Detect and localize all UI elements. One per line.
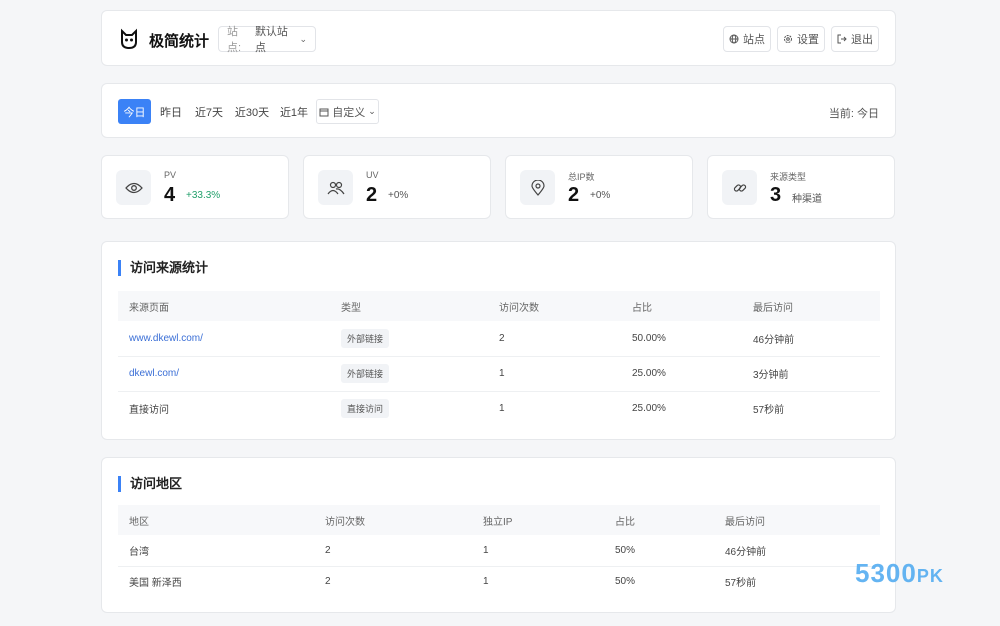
site-select-value: 默认站点 [254, 26, 288, 54]
column-header: 最后访问 [714, 505, 880, 535]
chevron-down-icon: ⌄ [299, 33, 307, 44]
stat-value: 3 [770, 184, 782, 206]
settings-button[interactable]: 设置 [777, 26, 825, 52]
custom-range-label: 自定义 [332, 106, 366, 119]
watermark-suffix: PK [916, 566, 944, 586]
chevron-down-icon: ⌄ [368, 106, 376, 116]
column-header: 占比 [604, 505, 714, 535]
stat-change: +33.3% [186, 190, 221, 201]
type-tag: 外部链接 [341, 328, 390, 348]
unique-ip: 1 [472, 535, 604, 567]
table-row: 直接访问 直接访问 1 25.00% 57秒前 [118, 391, 880, 426]
column-header: 地区 [118, 505, 314, 535]
share: 50.00% [621, 321, 742, 357]
section-title: 访问来源统计 [118, 260, 208, 276]
share: 25.00% [632, 403, 666, 415]
stat-change: +0% [388, 190, 409, 201]
column-header: 访问次数 [314, 505, 472, 535]
top-header: 极简统计 站点: 默认站点 ⌄ 站点 设置 退出 [101, 10, 896, 66]
stat-label: 总IP数 [568, 172, 595, 182]
column-header: 最后访问 [742, 291, 880, 321]
users-icon [318, 170, 353, 205]
type-tag: 直接访问 [341, 399, 390, 419]
site-select[interactable]: 站点: 默认站点 ⌄ [218, 26, 316, 54]
stat-card-pv: PV 4 +33.3% [101, 155, 289, 219]
unique-ip: 1 [483, 576, 489, 588]
column-header: 访问次数 [488, 291, 621, 321]
link-icon [722, 170, 757, 205]
logout-icon [837, 34, 847, 44]
date-filter-bar: 今日 昨日 近7天 近30天 近1年 自定义 ⌄ 当前: 今日 [101, 83, 896, 138]
globe-icon [729, 34, 739, 44]
stat-value: 2 [568, 184, 580, 206]
visit-count: 2 [488, 321, 621, 357]
current-range-label: 当前: 今日 [828, 108, 879, 120]
regions-panel: 访问地区 地区 访问次数 独立IP 占比 最后访问 台湾 2 1 50% 46分… [101, 457, 896, 613]
watermark-main: 5300 [855, 558, 917, 588]
sites-button[interactable]: 站点 [723, 26, 771, 52]
visit-count: 1 [499, 403, 505, 415]
source-link[interactable]: www.dkewl.com/ [129, 333, 203, 344]
share: 50% [604, 535, 714, 567]
share: 50% [615, 576, 636, 588]
column-header: 来源页面 [118, 291, 330, 321]
regions-table: 地区 访问次数 独立IP 占比 最后访问 台湾 2 1 50% 46分钟前 美国… [118, 505, 880, 597]
type-tag: 外部链接 [341, 364, 390, 383]
calendar-icon [319, 108, 329, 116]
stat-card-uv: UV 2 +0% [303, 155, 491, 219]
table-row: dkewl.com/ 外部链接 1 25.00% 3分钟前 [118, 356, 880, 392]
tab-last-30-days[interactable]: 近30天 [232, 99, 272, 124]
last-visit: 57秒前 [753, 405, 785, 417]
last-visit: 46分钟前 [742, 321, 880, 357]
table-row: 台湾 2 1 50% 46分钟前 [118, 535, 880, 567]
stat-card-source-types: 来源类型 3 种渠道 [707, 155, 895, 219]
column-header: 占比 [621, 291, 742, 321]
sources-panel: 访问来源统计 来源页面 类型 访问次数 占比 最后访问 www.dkewl.co… [101, 241, 896, 440]
visit-count: 1 [488, 356, 621, 392]
stat-value: 4 [164, 184, 176, 206]
logo-icon [121, 28, 137, 50]
table-row: 美国 新泽西 2 1 50% 57秒前 [118, 566, 880, 597]
column-header: 独立IP [472, 505, 604, 535]
custom-range-dropdown[interactable]: 自定义 ⌄ [316, 99, 379, 124]
source-link[interactable]: dkewl.com/ [129, 368, 179, 379]
logout-button[interactable]: 退出 [831, 26, 879, 52]
stat-label: 来源类型 [770, 172, 807, 182]
column-header: 类型 [330, 291, 488, 321]
region-name: 美国 新泽西 [129, 578, 182, 590]
tab-last-year[interactable]: 近1年 [278, 99, 310, 124]
sites-button-label: 站点 [743, 34, 765, 46]
stat-change: 种渠道 [792, 194, 822, 205]
sources-table: 来源页面 类型 访问次数 占比 最后访问 www.dkewl.com/ 外部链接… [118, 291, 880, 426]
tab-yesterday[interactable]: 昨日 [156, 99, 186, 124]
region-name: 台湾 [118, 535, 314, 567]
tab-today[interactable]: 今日 [118, 99, 151, 124]
stat-card-ip: 总IP数 2 +0% [505, 155, 693, 219]
visit-count: 2 [325, 576, 331, 588]
table-header-row: 地区 访问次数 独立IP 占比 最后访问 [118, 505, 880, 535]
app-title: 极简统计 [149, 33, 210, 50]
watermark: 5300PK [855, 558, 944, 589]
table-row: www.dkewl.com/ 外部链接 2 50.00% 46分钟前 [118, 321, 880, 357]
stat-change: +0% [590, 190, 611, 201]
section-title: 访问地区 [118, 476, 182, 492]
gear-icon [784, 35, 792, 43]
last-visit: 3分钟前 [742, 356, 880, 392]
settings-button-label: 设置 [797, 34, 819, 46]
site-select-label: 站点: [227, 26, 242, 54]
tab-last-7-days[interactable]: 近7天 [192, 99, 226, 124]
location-icon [520, 170, 555, 205]
stat-label: UV [366, 170, 379, 180]
stat-label: PV [164, 170, 177, 180]
stat-value: 2 [366, 184, 378, 206]
logout-button-label: 退出 [851, 34, 873, 46]
visit-count: 2 [314, 535, 472, 567]
source-text: 直接访问 [129, 405, 169, 417]
share: 25.00% [621, 356, 742, 392]
eye-icon [116, 170, 151, 205]
table-header-row: 来源页面 类型 访问次数 占比 最后访问 [118, 291, 880, 321]
